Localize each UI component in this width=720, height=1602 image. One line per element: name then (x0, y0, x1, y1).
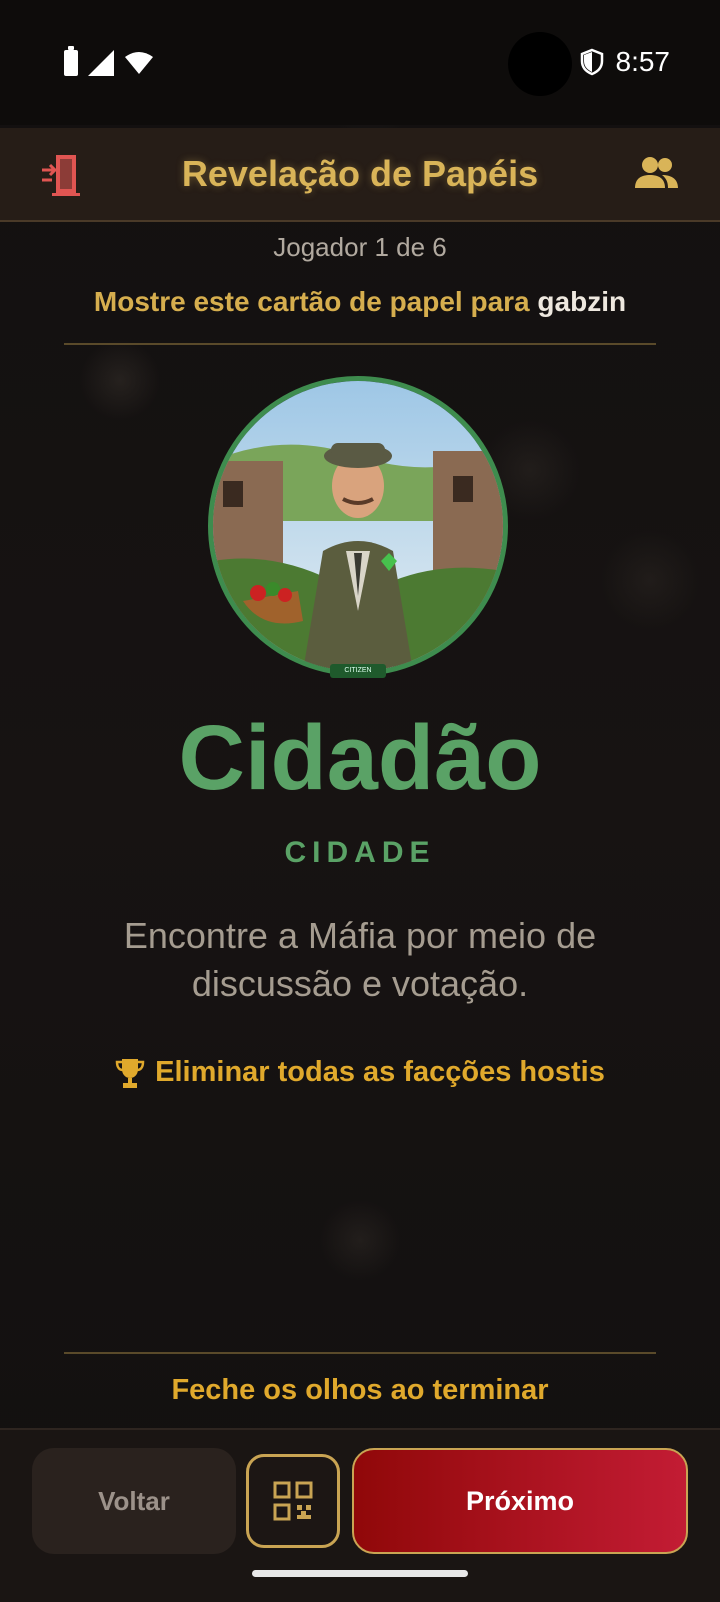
status-icons-left (64, 46, 154, 76)
status-bar: 8:57 (0, 0, 720, 125)
player-counter: Jogador 1 de 6 (273, 232, 447, 262)
clock: 8:57 (615, 46, 671, 77)
player-name: gabzin (537, 286, 627, 317)
divider (64, 343, 656, 345)
goal-text: Eliminar todas as facções hostis (155, 1056, 605, 1088)
trophy-icon (115, 1058, 145, 1088)
role-description: Encontre a Máfia por meio de discussão e… (123, 915, 597, 1004)
instruction-text: Mostre este cartão de papel para (93, 286, 538, 317)
status-icons-right: 8:57 (580, 46, 671, 78)
role-name: Cidadão (178, 707, 542, 809)
players-group-icon[interactable] (632, 150, 680, 198)
app-header: Revelação de Papéis (0, 128, 720, 222)
exit-door-icon[interactable] (38, 150, 86, 198)
battery-icon (64, 46, 78, 76)
citizen-illustration (213, 381, 503, 671)
wifi-icon (125, 52, 153, 74)
role-image-label: CITIZEN (330, 664, 386, 678)
qr-code-icon (273, 1481, 313, 1521)
close-eyes-hint: Feche os olhos ao terminar (171, 1374, 549, 1406)
home-indicator[interactable] (252, 1570, 468, 1577)
camera-cutout (508, 32, 572, 96)
shield-icon (580, 48, 603, 76)
page-title: Revelação de Papéis (181, 153, 539, 194)
role-goal: Eliminar todas as facções hostis (0, 1056, 720, 1089)
divider (64, 1352, 656, 1354)
signal-icon (88, 50, 114, 76)
next-button[interactable]: Próximo (352, 1448, 688, 1554)
qr-code-button[interactable] (246, 1454, 340, 1548)
show-card-instruction: Mostre este cartão de papel para gabzin (0, 286, 720, 318)
back-button[interactable]: Voltar (32, 1448, 236, 1554)
role-faction: CIDADE (284, 836, 436, 869)
role-portrait (208, 376, 508, 676)
